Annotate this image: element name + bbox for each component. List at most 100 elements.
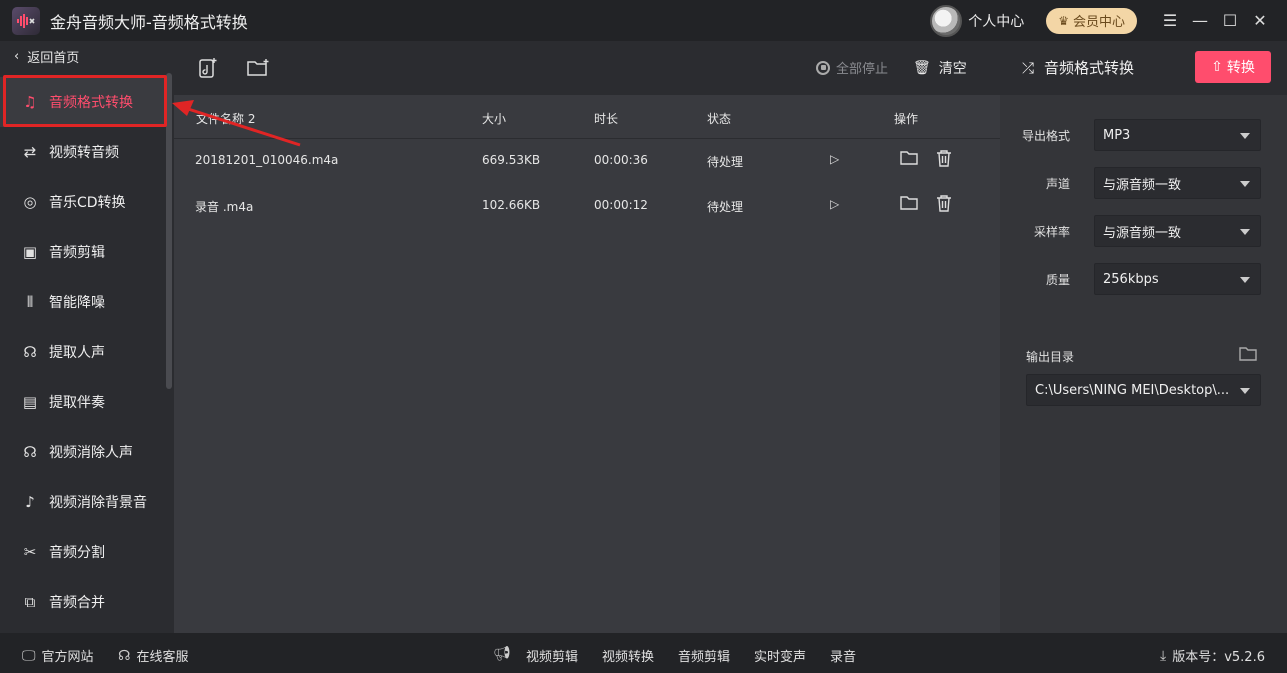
file-size: 669.53KB	[482, 153, 541, 167]
footer-link-record[interactable]: 录音	[830, 646, 856, 665]
delete-icon[interactable]	[936, 150, 952, 171]
sidebar-scrollbar[interactable]	[166, 73, 172, 389]
footer-link-voice-change[interactable]: 实时变声	[754, 646, 806, 665]
stop-all-button[interactable]: 全部停止	[816, 58, 888, 77]
play-icon[interactable]: ▷	[830, 197, 839, 211]
output-path: C:\Users\NING MEI\Desktop\...	[1035, 382, 1230, 398]
clear-button[interactable]: 🗑︎ 清空	[913, 58, 967, 78]
file-size: 102.66KB	[482, 198, 541, 212]
video-remove-voice-icon: ☊	[23, 443, 37, 461]
panel-title: ⤮ 音频格式转换	[1022, 57, 1134, 78]
back-home-label: 返回首页	[27, 51, 80, 66]
folder-icon[interactable]	[1239, 346, 1257, 365]
menu-icon[interactable]: ☰	[1155, 0, 1185, 41]
trash-icon: 🗑︎	[913, 60, 931, 76]
service-link[interactable]: ☊ 在线客服	[118, 646, 188, 666]
convert-button[interactable]: ⇧ 转换	[1195, 51, 1271, 83]
sidebar-item-audio-merge[interactable]: ⧉ 音频合并	[0, 577, 166, 627]
delete-icon[interactable]	[936, 195, 952, 216]
monitor-icon: 🖵︎	[22, 647, 36, 664]
table-header: 文件名称 2 大小 时长 状态 操作	[174, 95, 1000, 139]
sidebar-item-audio-convert[interactable]: ♫ 音频格式转换	[0, 77, 166, 127]
caret-down-icon	[1240, 388, 1250, 394]
setting-row-format: 导出格式 MP3	[1000, 119, 1287, 151]
sidebar-item-video-remove-bg[interactable]: ♪ 视频消除背景音	[0, 477, 166, 527]
sidebar-item-label: 视频转音频	[49, 145, 119, 161]
personal-center-link[interactable]: 个人中心	[968, 11, 1024, 31]
select-value: 256kbps	[1103, 271, 1159, 287]
shuffle-icon: ⤮	[1022, 58, 1035, 77]
output-dir-select[interactable]: C:\Users\NING MEI\Desktop\...	[1026, 374, 1261, 406]
add-file-icon[interactable]	[196, 56, 220, 80]
output-settings: 输出目录 C:\Users\NING MEI\Desktop\...	[1000, 321, 1287, 633]
footer-link-video-edit[interactable]: 视频剪辑	[526, 646, 578, 665]
clear-label: 清空	[938, 61, 967, 77]
file-duration: 00:00:12	[594, 198, 648, 212]
samplerate-select[interactable]: 与源音频一致	[1094, 215, 1261, 247]
add-folder-icon[interactable]	[246, 56, 270, 80]
column-header-duration[interactable]: 时长	[594, 110, 618, 127]
accompaniment-icon: ▤	[22, 393, 38, 411]
version-label: 版本号：v5.2.6	[1172, 650, 1265, 665]
back-home-link[interactable]: ‹ 返回首页	[14, 47, 79, 66]
sidebar-item-label: 音频合并	[49, 595, 105, 611]
column-header-action: 操作	[894, 112, 919, 126]
open-folder-icon[interactable]	[900, 195, 918, 214]
footer: 🖵︎ 官方网站 ☊ 在线客服 📢︎ 视频剪辑 视频转换 音频剪辑 实时变声 录音…	[0, 633, 1287, 673]
upload-icon: ⇧	[1211, 59, 1223, 75]
minimize-icon[interactable]: —	[1185, 0, 1215, 41]
file-name: 录音 .m4a	[195, 200, 254, 214]
format-select[interactable]: MP3	[1094, 119, 1261, 151]
close-icon[interactable]: ✕	[1245, 0, 1275, 41]
caret-down-icon	[1240, 181, 1250, 187]
caret-down-icon	[1240, 229, 1250, 235]
avatar[interactable]	[930, 4, 963, 37]
footer-link-audio-edit[interactable]: 音频剪辑	[678, 646, 730, 665]
open-folder-icon[interactable]	[900, 150, 918, 169]
video-remove-bg-icon: ♪	[25, 493, 35, 511]
vip-center-button[interactable]: ♛ 会员中心	[1046, 7, 1137, 34]
channel-select[interactable]: 与源音频一致	[1094, 167, 1261, 199]
audio-merge-icon: ⧉	[24, 593, 36, 611]
format-settings: 导出格式 MP3 声道 与源音频一致 采样率 与源音频一致 质量 256kbps	[1000, 95, 1287, 321]
sidebar-item-video-remove-voice[interactable]: ☊ 视频消除人声	[0, 427, 166, 477]
audio-cut-icon: ▣	[22, 243, 38, 261]
table-row[interactable]: 20181201_010046.m4a 669.53KB 00:00:36 待处…	[174, 139, 1000, 184]
file-duration: 00:00:36	[594, 153, 648, 167]
sidebar-item-denoise[interactable]: ⦀ 智能降噪	[0, 277, 166, 327]
crown-icon: ♛	[1058, 13, 1069, 28]
setting-label: 采样率	[1033, 225, 1070, 239]
sidebar-item-video-to-audio[interactable]: ⇄ 视频转音频	[0, 127, 166, 177]
column-header-size[interactable]: 大小	[482, 110, 506, 127]
file-status: 待处理	[707, 155, 744, 169]
maximize-icon[interactable]: ☐	[1215, 0, 1245, 41]
megaphone-icon: 📢︎	[493, 646, 511, 662]
sidebar-item-label: 音乐CD转换	[49, 195, 126, 211]
setting-label: 导出格式	[1021, 129, 1070, 143]
app-title: 金舟音频大师-音频格式转换	[50, 12, 248, 32]
denoise-icon: ⦀	[26, 293, 34, 311]
column-header-name[interactable]: 文件名称 2	[196, 110, 255, 127]
voice-extract-icon: ☊	[23, 343, 37, 361]
setting-row-samplerate: 采样率 与源音频一致	[1000, 215, 1287, 247]
sidebar-item-accompaniment[interactable]: ▤ 提取伴奏	[0, 377, 166, 427]
sidebar-item-label: 智能降噪	[49, 295, 105, 311]
table-row[interactable]: 录音 .m4a 102.66KB 00:00:12 待处理 ▷	[174, 184, 1000, 229]
sidebar-item-audio-split[interactable]: ✂ 音频分割	[0, 527, 166, 577]
setting-row-quality: 质量 256kbps	[1000, 263, 1287, 295]
sidebar-item-voice-extract[interactable]: ☊ 提取人声	[0, 327, 166, 377]
play-icon[interactable]: ▷	[830, 152, 839, 166]
version-info: ⤓ 版本号：v5.2.6	[1160, 646, 1265, 666]
file-name: 20181201_010046.m4a	[195, 153, 339, 167]
quality-select[interactable]: 256kbps	[1094, 263, 1261, 295]
sidebar-item-audio-cut[interactable]: ▣ 音频剪辑	[0, 227, 166, 277]
file-list-panel: 全部停止 🗑︎ 清空 文件名称 2 大小 时长 状态 操作 20181201_0…	[174, 41, 1000, 633]
sidebar-item-cd-convert[interactable]: ◎ 音乐CD转换	[0, 177, 166, 227]
output-dir-label: 输出目录	[1026, 350, 1075, 364]
footer-link-video-convert[interactable]: 视频转换	[602, 646, 654, 665]
vip-center-label: 会员中心	[1072, 15, 1125, 30]
select-value: 与源音频一致	[1103, 225, 1182, 241]
website-link[interactable]: 🖵︎ 官方网站	[22, 646, 94, 666]
caret-down-icon	[1240, 133, 1250, 139]
sidebar: ‹ 返回首页 ♫ 音频格式转换 ⇄ 视频转音频 ◎ 音乐CD转换 ▣ 音频剪辑 …	[0, 41, 174, 633]
